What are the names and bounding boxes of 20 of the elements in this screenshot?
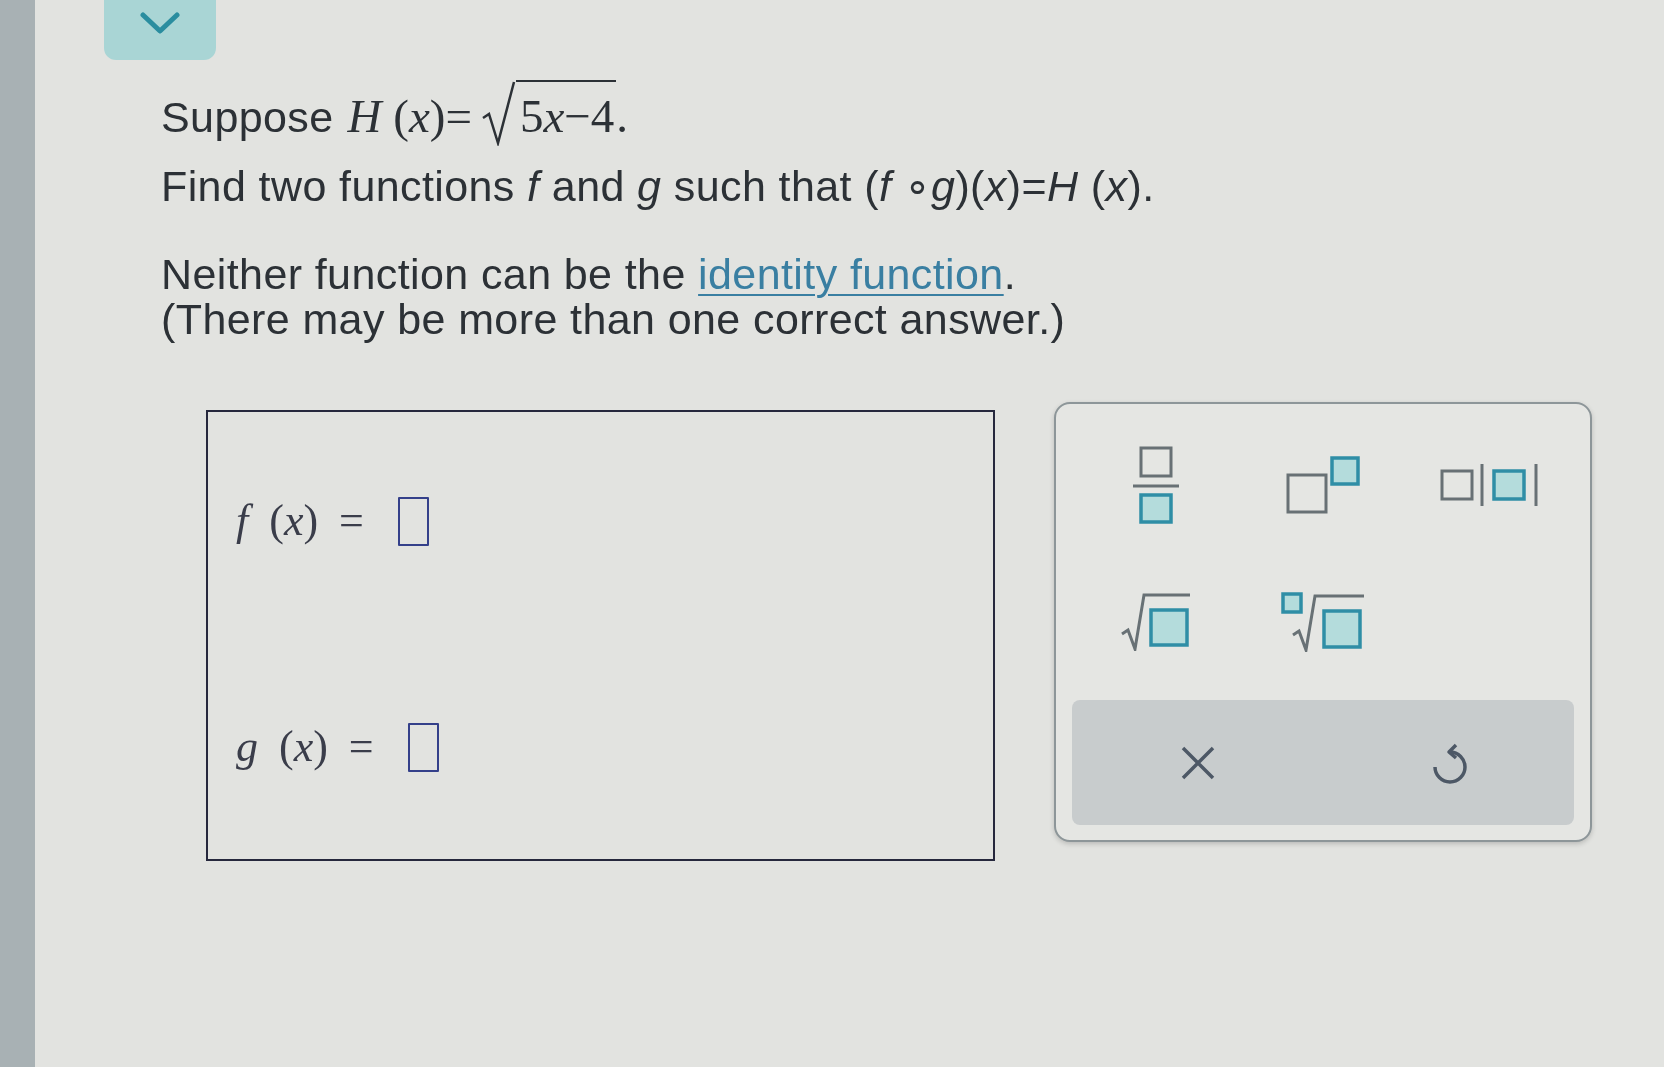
radicand-expression: 5x−4 (515, 80, 617, 142)
answer-box[interactable] (397, 496, 429, 546)
exponent-icon (1286, 455, 1360, 514)
definition-link[interactable]: identity function (698, 250, 1004, 298)
function-label: f (x) = (236, 495, 364, 547)
nth-root-icon (1281, 591, 1365, 652)
question-text: Find two functions f and g such that (f ∘g)(x)=H (x). (161, 164, 1155, 209)
collapse-button[interactable] (104, 0, 216, 60)
fraction-icon (1131, 445, 1180, 524)
answer-box[interactable] (407, 722, 439, 772)
square-root-sign-icon (481, 80, 516, 146)
math-expression: . (616, 94, 629, 139)
square-root-icon (1120, 592, 1191, 651)
absolute-value-icon (1440, 462, 1541, 507)
chevron-down-icon (140, 12, 180, 34)
function-label: g (x) = (236, 721, 374, 773)
question-text: Suppose (161, 95, 334, 140)
instruction-text: Neither function can be the identity function. (161, 252, 1018, 297)
close-icon (1179, 744, 1216, 781)
question-text: (There may be more than one correct answer.) (161, 297, 1067, 342)
